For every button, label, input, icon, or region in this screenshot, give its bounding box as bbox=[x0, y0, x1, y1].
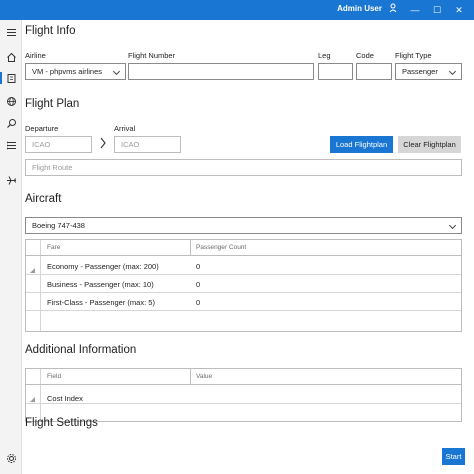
flight-info-heading: Flight Info bbox=[25, 25, 76, 37]
leg-input[interactable] bbox=[318, 63, 353, 80]
close-button[interactable]: ✕ bbox=[448, 0, 470, 20]
departure-input[interactable]: ICAO bbox=[25, 136, 92, 153]
home-icon[interactable] bbox=[3, 49, 19, 65]
fares-table: Fare Passenger Count Economy - Passenger… bbox=[25, 239, 462, 332]
aircraft-select[interactable]: Boeing 747-438 bbox=[25, 217, 462, 234]
fare-cell: Economy - Passenger (max: 200) bbox=[47, 262, 159, 271]
column-header-fare[interactable]: Fare bbox=[47, 244, 60, 251]
code-input[interactable] bbox=[356, 63, 392, 80]
arrival-label: Arrival bbox=[114, 124, 136, 133]
account-icon[interactable] bbox=[382, 0, 404, 20]
passenger-count-cell[interactable]: 0 bbox=[196, 280, 200, 289]
maximize-button[interactable]: ☐ bbox=[426, 0, 448, 20]
field-cell: Cost Index bbox=[47, 394, 83, 403]
start-button[interactable]: Start bbox=[442, 448, 465, 465]
flight-type-label: Flight Type bbox=[395, 51, 432, 60]
column-header-value[interactable]: Value bbox=[196, 373, 212, 380]
column-separator[interactable] bbox=[190, 240, 191, 256]
arrival-input[interactable]: ICAO bbox=[114, 136, 181, 153]
sidebar bbox=[0, 20, 22, 474]
airplane-icon[interactable] bbox=[3, 172, 19, 188]
chevron-right-icon bbox=[99, 137, 107, 152]
list-icon[interactable] bbox=[3, 137, 19, 153]
flight-plan-icon[interactable] bbox=[0, 70, 19, 86]
table-row[interactable]: Economy - Passenger (max: 200) 0 bbox=[26, 257, 461, 275]
additional-information-heading: Additional Information bbox=[25, 344, 137, 356]
column-header-passenger-count[interactable]: Passenger Count bbox=[196, 244, 246, 251]
table-row[interactable]: Cost Index bbox=[26, 386, 461, 404]
passenger-count-cell[interactable]: 0 bbox=[196, 262, 200, 271]
fare-cell: First-Class - Passenger (max: 5) bbox=[47, 298, 155, 307]
airline-select[interactable]: VM - phpvms airlines bbox=[25, 63, 126, 80]
user-name[interactable]: Admin User bbox=[337, 4, 382, 13]
empty-table-row[interactable] bbox=[26, 311, 461, 329]
departure-label: Departure bbox=[25, 124, 59, 133]
flight-route-input[interactable]: Flight Route bbox=[25, 159, 462, 176]
minimize-button[interactable]: — bbox=[404, 0, 426, 20]
load-flightplan-button[interactable]: Load Flightplan bbox=[330, 136, 393, 153]
additional-info-table: Field Value Cost Index bbox=[25, 368, 462, 422]
main-content: Flight Info Airline VM - phpvms airlines… bbox=[22, 20, 474, 474]
title-bar: Admin User — ☐ ✕ bbox=[0, 0, 474, 20]
clear-flightplan-button[interactable]: Clear Flightplan bbox=[398, 136, 461, 153]
globe-icon[interactable] bbox=[3, 93, 19, 109]
flight-plan-heading: Flight Plan bbox=[25, 98, 80, 110]
leg-label: Leg bbox=[318, 51, 331, 60]
passenger-count-cell[interactable]: 0 bbox=[196, 298, 200, 307]
flight-number-input[interactable] bbox=[128, 63, 314, 80]
table-row[interactable]: First-Class - Passenger (max: 5) 0 bbox=[26, 293, 461, 311]
fare-cell: Business - Passenger (max: 10) bbox=[47, 280, 154, 289]
gear-icon[interactable] bbox=[3, 450, 19, 466]
column-separator[interactable] bbox=[190, 369, 191, 385]
airline-label: Airline bbox=[25, 51, 46, 60]
menu-icon[interactable] bbox=[3, 24, 19, 40]
flight-type-select[interactable]: Passenger bbox=[395, 63, 462, 80]
flight-settings-heading: Flight Settings bbox=[25, 417, 98, 429]
code-label: Code bbox=[356, 51, 374, 60]
aircraft-heading: Aircraft bbox=[25, 193, 62, 205]
flight-number-label: Flight Number bbox=[128, 51, 176, 60]
table-row[interactable]: Business - Passenger (max: 10) 0 bbox=[26, 275, 461, 293]
column-header-field[interactable]: Field bbox=[47, 373, 61, 380]
fares-table-header: Fare Passenger Count bbox=[26, 240, 461, 256]
additional-info-table-header: Field Value bbox=[26, 369, 461, 385]
search-icon[interactable] bbox=[3, 115, 19, 131]
